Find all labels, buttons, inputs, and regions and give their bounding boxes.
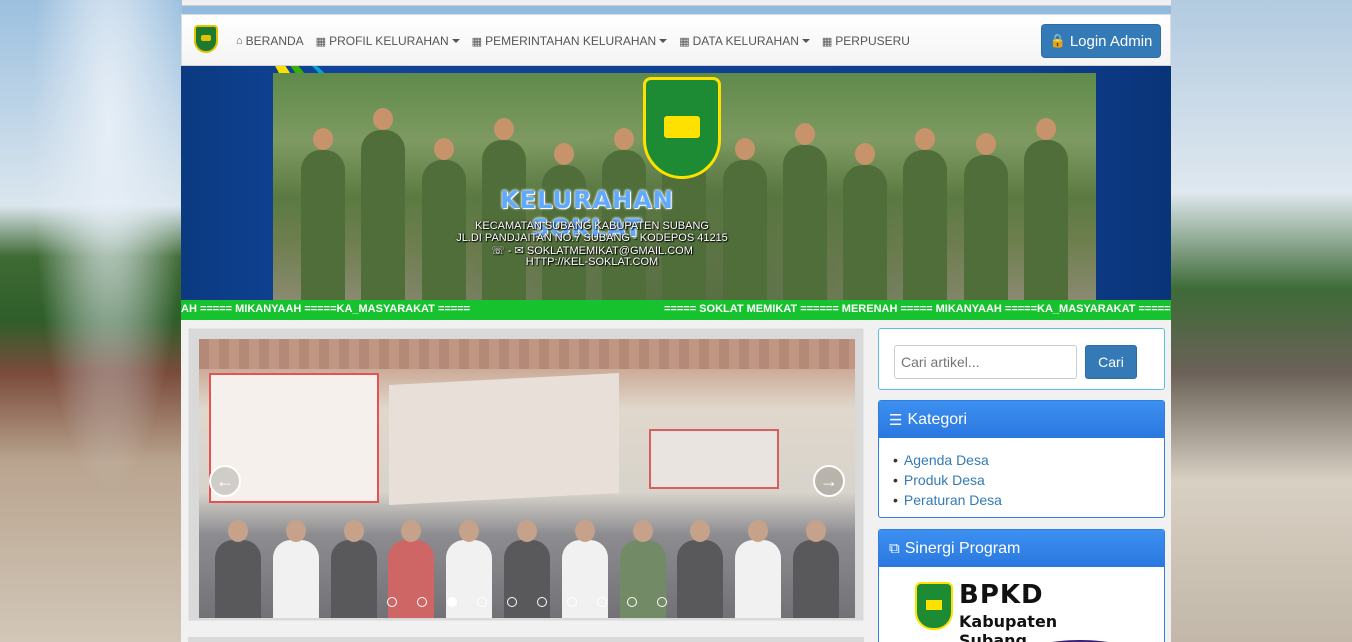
carousel-indicator-dot[interactable] — [537, 597, 547, 607]
arrow-right-circle-icon[interactable]: → — [813, 465, 845, 497]
site-header: KELURAHAN SOKLAT KECAMATAN SUBANG KABUPA… — [181, 66, 1171, 300]
carousel-indicator-dot[interactable] — [477, 597, 487, 607]
sinergi-panel: ⧉ Sinergi Program BPKD Kabupaten Subang — [878, 529, 1165, 642]
nav-item-profil-kelurahan[interactable]: ▦ PROFIL KELURAHAN — [316, 34, 460, 48]
bpkd-subtitle: Kabupaten Subang — [959, 612, 1058, 642]
photo-person — [301, 128, 346, 300]
running-text-segment: ===== SOKLAT MEMIKAT ====== MERENAH ====… — [664, 303, 1171, 315]
login-label: Login Admin — [1069, 32, 1153, 50]
navbar: ⌂ BERANDA ▦ PROFIL KELURAHAN ▦ PEMERINTA… — [181, 14, 1171, 66]
kategori-item-peraturan-desa[interactable]: Peraturan Desa — [893, 490, 1164, 510]
photo-person — [903, 128, 948, 300]
kategori-title: Kategori — [907, 410, 968, 428]
photo-person — [843, 143, 888, 300]
carousel-indicator-dot[interactable] — [567, 597, 577, 607]
nav-item-data-kelurahan[interactable]: ▦ DATA KELURAHAN — [679, 34, 810, 48]
external-link-icon: ⧉ — [889, 540, 900, 557]
lock-icon: 🔒 — [1049, 33, 1066, 48]
bpkd-banner[interactable]: BPKD Kabupaten Subang — [915, 580, 1135, 642]
background-photo-left — [0, 0, 182, 642]
login-admin-button[interactable]: 🔒 Login Admin — [1041, 24, 1161, 58]
sinergi-title: Sinergi Program — [904, 539, 1021, 557]
bpkd-logo-icon — [915, 582, 953, 630]
kabupaten-crest-icon — [643, 77, 721, 179]
nav-label: DATA KELURAHAN — [692, 34, 799, 48]
kategori-item-produk-desa[interactable]: Produk Desa — [893, 470, 1164, 490]
grid-icon: ▦ — [471, 35, 483, 48]
nav-label: PEMERINTAHAN KELURAHAN — [485, 34, 657, 48]
carousel-indicator-dot[interactable] — [507, 597, 517, 607]
search-input[interactable] — [894, 345, 1077, 379]
search-panel: Cari — [878, 328, 1165, 390]
slide-overlay — [199, 339, 855, 618]
photo-person — [963, 133, 1008, 300]
nav-item-perpuseru[interactable]: ▦ PERPUSERU — [822, 34, 910, 48]
caret-down-icon — [659, 39, 668, 43]
arrow-left-circle-icon[interactable]: ← — [209, 465, 241, 497]
grid-icon: ▦ — [821, 35, 833, 48]
grid-icon: ▦ — [315, 35, 327, 48]
photo-person — [1023, 118, 1068, 300]
browser-top-strip — [0, 0, 1352, 6]
kategori-panel: ☰ Kategori Agenda Desa Produk Desa Perat… — [878, 400, 1165, 518]
nav-label: PERPUSERU — [835, 34, 910, 48]
kategori-header: ☰ Kategori — [879, 401, 1164, 438]
grid-icon: ▦ — [679, 35, 690, 48]
carousel-indicators — [387, 597, 687, 607]
nav-item-pemerintahan-kelurahan[interactable]: ▦ PEMERINTAHAN KELURAHAN — [472, 34, 668, 48]
caret-down-icon — [451, 39, 460, 43]
carousel-indicator-dot[interactable] — [657, 597, 667, 607]
main-content: ← → Cari ☰ Kategori Agenda Desa Produk D… — [181, 320, 1171, 642]
carousel-indicator-dot[interactable] — [627, 597, 637, 607]
carousel-indicator-dot[interactable] — [597, 597, 607, 607]
header-website: HTTP://KEL-SOKLAT.COM — [525, 256, 659, 268]
nav-label: BERANDA — [245, 34, 304, 48]
header-address: JL.DI PANDJAITAN NO.7 SUBANG - KODEPOS 4… — [456, 232, 728, 244]
list-icon: ☰ — [889, 411, 903, 429]
nav-item-beranda[interactable]: ⌂ BERANDA — [236, 34, 304, 48]
site-logo-icon[interactable] — [194, 25, 218, 53]
running-text: AH ===== MIKANYAAH =====KA_MASYARAKAT ==… — [181, 300, 1171, 320]
home-icon: ⌂ — [236, 35, 243, 47]
nav-menu: ⌂ BERANDA ▦ PROFIL KELURAHAN ▦ PEMERINTA… — [236, 15, 922, 67]
running-text-segment: AH ===== MIKANYAAH =====KA_MASYARAKAT ==… — [181, 303, 471, 315]
photo-person — [361, 108, 406, 300]
search-button[interactable]: Cari — [1085, 345, 1137, 379]
next-section-edge — [188, 637, 864, 642]
carousel-indicator-dot[interactable] — [417, 597, 427, 607]
carousel-slide-image: ← → — [199, 339, 855, 618]
kategori-item-agenda-desa[interactable]: Agenda Desa — [893, 450, 1164, 470]
carousel-indicator-dot[interactable] — [447, 597, 457, 607]
carousel-indicator-dot[interactable] — [387, 597, 397, 607]
kategori-list: Agenda Desa Produk Desa Peraturan Desa — [879, 438, 1164, 510]
header-kecamatan: KECAMATAN SUBANG KABUPATEN SUBANG — [475, 220, 709, 232]
bpkd-title: BPKD — [959, 580, 1044, 610]
nav-label: PROFIL KELURAHAN — [329, 34, 449, 48]
page-container: ⌂ BERANDA ▦ PROFIL KELURAHAN ▦ PEMERINTA… — [181, 14, 1171, 642]
image-carousel: ← → — [188, 328, 864, 621]
background-photo-right — [1171, 0, 1352, 642]
sinergi-header: ⧉ Sinergi Program — [879, 530, 1164, 567]
caret-down-icon — [801, 39, 810, 43]
